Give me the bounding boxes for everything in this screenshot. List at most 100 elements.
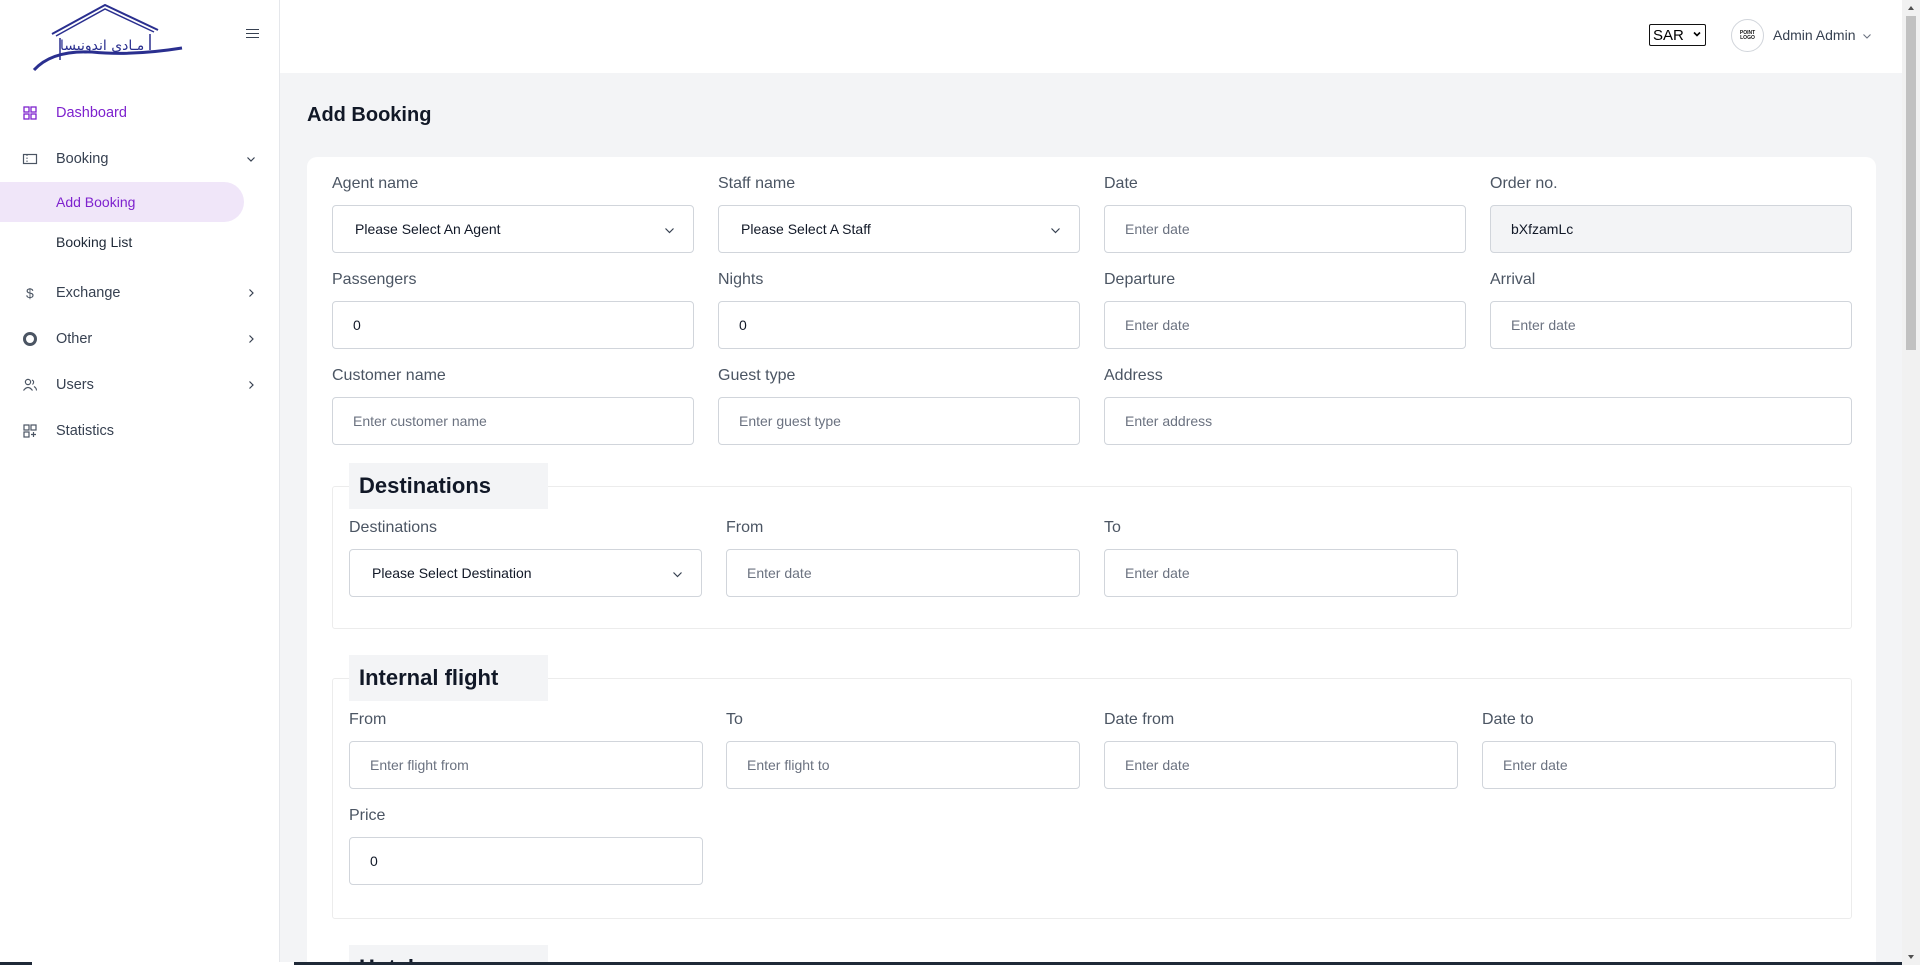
date-placeholder: Enter date bbox=[1125, 221, 1190, 237]
statistics-icon bbox=[23, 424, 37, 438]
chevron-down-icon bbox=[247, 157, 255, 162]
customer-name-label: Customer name bbox=[332, 367, 446, 384]
flight-date-to-field[interactable]: Enter date bbox=[1482, 741, 1836, 789]
nights-field[interactable]: 0 bbox=[718, 301, 1080, 349]
order-no-field: bXfzamLc bbox=[1490, 205, 1852, 253]
destination-select-value: Please Select Destination bbox=[372, 565, 532, 581]
flight-date-from-placeholder: Enter date bbox=[1125, 757, 1190, 773]
user-menu-name[interactable]: Admin Admin bbox=[1773, 27, 1855, 43]
sidebar-item-label: Users bbox=[56, 377, 94, 393]
avatar-text: POINT LOGO bbox=[1739, 29, 1756, 41]
order-no-label: Order no. bbox=[1490, 175, 1558, 192]
staff-label: Staff name bbox=[718, 175, 796, 192]
sidebar-item-label: Other bbox=[56, 331, 93, 347]
flight-price-field[interactable]: 0 bbox=[349, 837, 703, 885]
destination-to-field[interactable]: Enter date bbox=[1104, 549, 1458, 597]
ticket-icon bbox=[22, 153, 38, 165]
sidebar-item-label: Exchange bbox=[56, 285, 121, 301]
page-title: Add Booking bbox=[307, 104, 432, 126]
avatar[interactable]: POINT LOGO bbox=[1731, 19, 1764, 52]
arrival-placeholder: Enter date bbox=[1511, 317, 1576, 333]
destination-to-placeholder: Enter date bbox=[1125, 565, 1190, 581]
destination-select[interactable]: Please Select Destination bbox=[349, 549, 702, 597]
chevron-down-icon bbox=[1693, 31, 1701, 37]
flight-date-to-placeholder: Enter date bbox=[1503, 757, 1568, 773]
date-field[interactable]: Enter date bbox=[1104, 205, 1466, 253]
booking-form-card: Agent name Please Select An Agent Staff … bbox=[307, 157, 1876, 965]
destination-from-field[interactable]: Enter date bbox=[726, 549, 1080, 597]
staff-select-value: Please Select A Staff bbox=[741, 221, 871, 237]
company-logo[interactable]: مـادى اندونيسا bbox=[32, 4, 186, 74]
chevron-down-icon bbox=[673, 572, 682, 578]
guest-type-placeholder: Enter guest type bbox=[739, 413, 841, 429]
scrollbar-thumb[interactable] bbox=[1906, 16, 1916, 350]
arrival-field[interactable]: Enter date bbox=[1490, 301, 1852, 349]
destination-to-label: To bbox=[1104, 519, 1121, 536]
currency-select[interactable]: SAR bbox=[1649, 24, 1706, 46]
sidebar-item-label: Dashboard bbox=[56, 105, 127, 121]
logo-text: مـادى اندونيسا bbox=[60, 38, 144, 54]
sidebar-item-exchange[interactable]: $ Exchange bbox=[0, 270, 280, 316]
staff-select[interactable]: Please Select A Staff bbox=[718, 205, 1080, 253]
sidebar-item-other[interactable]: Other bbox=[0, 316, 280, 362]
chevron-down-icon bbox=[1051, 228, 1060, 234]
customer-name-field[interactable]: Enter customer name bbox=[332, 397, 694, 445]
agent-select-value: Please Select An Agent bbox=[355, 221, 501, 237]
address-label: Address bbox=[1104, 367, 1163, 384]
chevron-right-icon bbox=[249, 335, 254, 343]
agent-select[interactable]: Please Select An Agent bbox=[332, 205, 694, 253]
chevron-down-icon bbox=[665, 228, 674, 234]
dashboard-icon bbox=[23, 106, 37, 120]
departure-field[interactable]: Enter date bbox=[1104, 301, 1466, 349]
flight-price-value: 0 bbox=[370, 853, 378, 869]
sidebar-nav: Dashboard Booking Add Booking Booking Li… bbox=[0, 90, 280, 454]
date-label: Date bbox=[1104, 175, 1138, 192]
flight-to-field[interactable]: Enter flight to bbox=[726, 741, 1080, 789]
scroll-up-arrow-icon[interactable] bbox=[1907, 4, 1915, 12]
address-placeholder: Enter address bbox=[1125, 413, 1213, 429]
currency-value: SAR bbox=[1653, 26, 1684, 44]
arrival-label: Arrival bbox=[1490, 271, 1536, 288]
sidebar-subitem-label: Booking List bbox=[56, 234, 133, 250]
sidebar-item-statistics[interactable]: Statistics bbox=[0, 408, 280, 454]
chevron-down-icon[interactable] bbox=[1862, 31, 1872, 41]
flight-date-to-label: Date to bbox=[1482, 711, 1534, 728]
flight-date-from-label: Date from bbox=[1104, 711, 1175, 728]
sidebar-subitem-booking-list[interactable]: Booking List bbox=[0, 222, 280, 262]
sidebar-subitem-add-booking[interactable]: Add Booking bbox=[0, 182, 244, 222]
order-no-value: bXfzamLc bbox=[1511, 221, 1574, 237]
chevron-right-icon bbox=[249, 381, 254, 389]
flight-to-label: To bbox=[726, 711, 743, 728]
passengers-field[interactable]: 0 bbox=[332, 301, 694, 349]
departure-placeholder: Enter date bbox=[1125, 317, 1190, 333]
sidebar: مـادى اندونيسا Dashboard Booking Add Boo… bbox=[0, 0, 280, 965]
passengers-label: Passengers bbox=[332, 271, 417, 288]
destinations-label: Destinations bbox=[349, 519, 438, 536]
internal-flight-heading: Internal flight bbox=[349, 655, 548, 701]
nights-label: Nights bbox=[718, 271, 764, 288]
guest-type-field[interactable]: Enter guest type bbox=[718, 397, 1080, 445]
departure-label: Departure bbox=[1104, 271, 1176, 288]
users-icon bbox=[23, 378, 38, 391]
flight-price-label: Price bbox=[349, 807, 386, 824]
sidebar-item-users[interactable]: Users bbox=[0, 362, 280, 408]
customer-name-placeholder: Enter customer name bbox=[353, 413, 487, 429]
scroll-down-arrow-icon[interactable] bbox=[1907, 953, 1915, 961]
flight-from-field[interactable]: Enter flight from bbox=[349, 741, 703, 789]
page-scrollbar[interactable] bbox=[1902, 0, 1920, 965]
flight-from-placeholder: Enter flight from bbox=[370, 757, 469, 773]
address-field[interactable]: Enter address bbox=[1104, 397, 1852, 445]
sidebar-item-label: Statistics bbox=[56, 423, 115, 439]
svg-text:$: $ bbox=[26, 285, 34, 301]
menu-toggle-icon[interactable] bbox=[242, 26, 262, 44]
sidebar-item-dashboard[interactable]: Dashboard bbox=[0, 90, 280, 136]
flight-date-from-field[interactable]: Enter date bbox=[1104, 741, 1458, 789]
sidebar-item-label: Booking bbox=[56, 151, 109, 167]
dollar-icon: $ bbox=[26, 285, 34, 301]
sidebar-item-booking[interactable]: Booking bbox=[0, 136, 280, 182]
logo-area: مـادى اندونيسا bbox=[0, 0, 279, 73]
circle-icon bbox=[23, 332, 37, 346]
destination-from-placeholder: Enter date bbox=[747, 565, 812, 581]
chevron-right-icon bbox=[249, 289, 254, 297]
guest-type-label: Guest type bbox=[718, 367, 796, 384]
